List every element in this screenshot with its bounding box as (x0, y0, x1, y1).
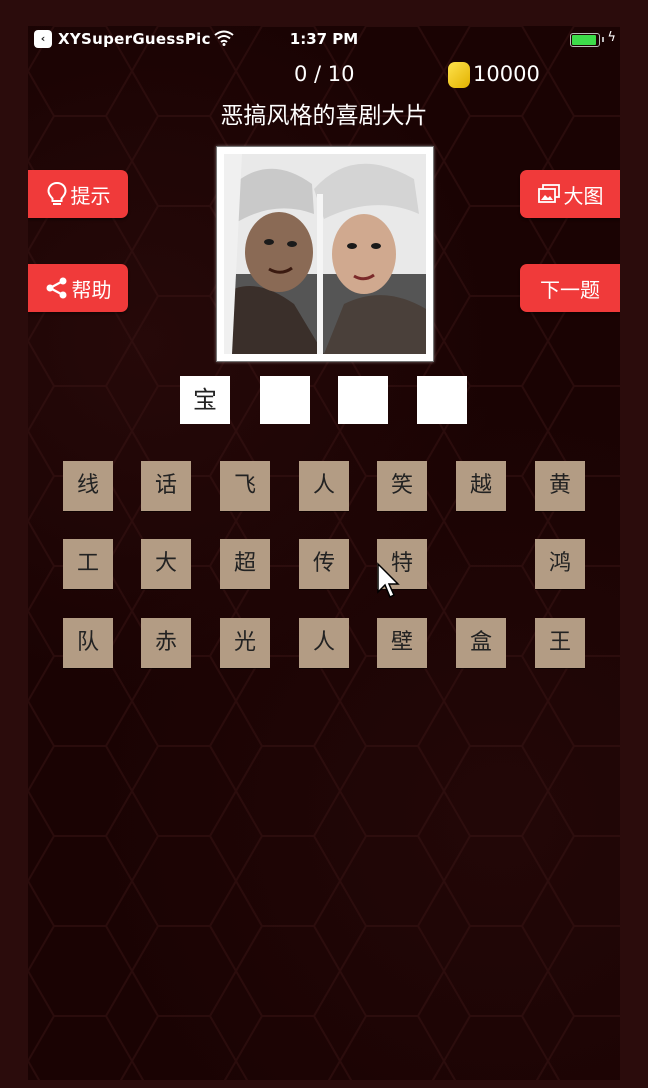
letter-key[interactable]: 壁 (377, 618, 427, 668)
big-picture-label: 大图 (563, 183, 604, 208)
coin-count: 10000 (473, 62, 540, 86)
answer-slot-1[interactable]: 宝 (180, 376, 230, 424)
hint-label: 提示 (70, 183, 111, 208)
letter-key[interactable]: 盒 (456, 618, 506, 668)
mouse-cursor-icon (377, 562, 400, 599)
lightbulb-icon (46, 181, 67, 205)
letter-key[interactable]: 大 (141, 539, 191, 589)
status-time: 1:37 PM (289, 30, 359, 48)
status-bar: ‹ XYSuperGuessPic 1:37 PM ϟ (28, 26, 620, 52)
letter-key[interactable]: 话 (141, 461, 191, 511)
letter-key[interactable]: 光 (220, 618, 270, 668)
letter-key[interactable]: 线 (63, 461, 113, 511)
next-question-label: 下一题 (540, 277, 600, 302)
letter-key[interactable]: 黄 (535, 461, 585, 511)
answer-slot-2[interactable] (260, 376, 310, 424)
letter-key[interactable]: 赤 (141, 618, 191, 668)
image-gallery-icon (537, 184, 560, 203)
battery-level-fill (572, 35, 596, 45)
help-label: 帮助 (71, 277, 112, 302)
letter-key[interactable]: 越 (456, 461, 506, 511)
battery-cap (602, 37, 604, 42)
letter-key[interactable]: 笑 (377, 461, 427, 511)
movie-still-image (224, 154, 426, 354)
letter-key[interactable]: 飞 (220, 461, 270, 511)
puzzle-picture[interactable] (216, 146, 434, 362)
letter-key[interactable]: 超 (220, 539, 270, 589)
help-button[interactable]: 帮助 (28, 264, 128, 312)
question-progress: 0 / 10 (294, 62, 355, 86)
letter-key[interactable]: 鸿 (535, 539, 585, 589)
game-screen: ‹ XYSuperGuessPic 1:37 PM ϟ 0 / 10 10000… (28, 26, 620, 1080)
next-question-button[interactable]: 下一题 (520, 264, 620, 312)
letter-key[interactable]: 人 (299, 461, 349, 511)
letter-key[interactable]: 工 (63, 539, 113, 589)
battery-icon (570, 33, 600, 47)
share-icon (46, 277, 66, 299)
big-picture-button[interactable]: 大图 (520, 170, 620, 218)
letter-key[interactable]: 人 (299, 618, 349, 668)
letter-key[interactable]: 传 (299, 539, 349, 589)
answer-slot-4[interactable] (417, 376, 467, 424)
letter-key[interactable]: 队 (63, 618, 113, 668)
coin-icon (448, 62, 470, 88)
hint-button[interactable]: 提示 (28, 170, 128, 218)
charging-bolt-icon: ϟ (607, 30, 616, 45)
letter-key[interactable]: 王 (535, 618, 585, 668)
puzzle-hint-title: 恶搞风格的喜剧大片 (220, 103, 428, 129)
answer-slot-3[interactable] (338, 376, 388, 424)
